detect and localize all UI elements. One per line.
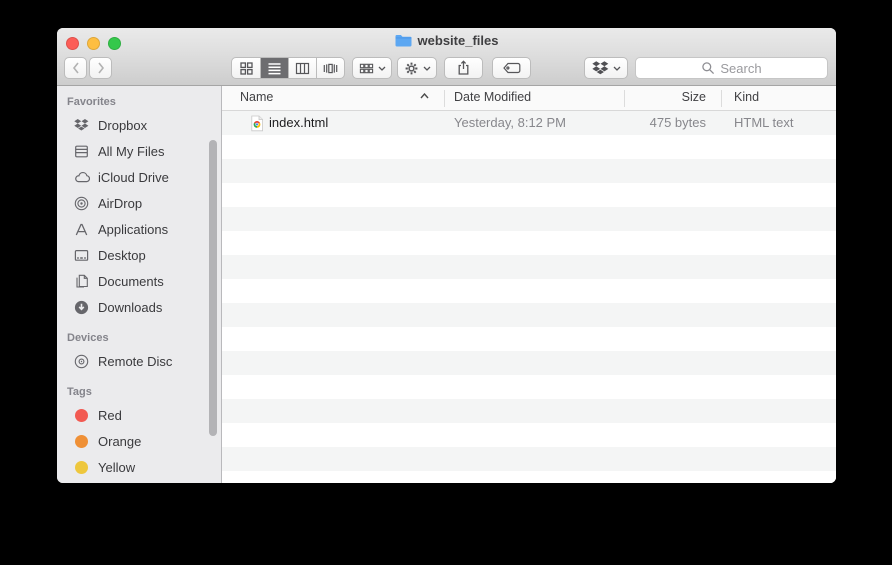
search-input[interactable]: Search [635, 57, 828, 79]
file-row-index-html[interactable]: index.html Yesterday, 8:12 PM 475 bytes … [222, 111, 836, 135]
sidebar-section-favorites: Favorites Dropbox All My Files iCloud Dr… [57, 94, 221, 320]
sidebar-item-label: Orange [98, 434, 141, 449]
sidebar-item-airdrop[interactable]: AirDrop [57, 190, 221, 216]
file-date-modified: Yesterday, 8:12 PM [454, 115, 566, 130]
sort-ascending-icon [420, 93, 429, 99]
section-header: Devices [57, 330, 221, 348]
dropbox-icon [592, 60, 609, 76]
window-title-text: website_files [418, 33, 499, 48]
dropbox-icon [73, 118, 90, 132]
sidebar-item-label: Yellow [98, 460, 135, 475]
gear-icon [404, 61, 419, 76]
sidebar-item-label: iCloud Drive [98, 170, 169, 185]
finder-window: website_files [57, 28, 836, 483]
sidebar-item-label: AirDrop [98, 196, 142, 211]
back-button[interactable] [64, 57, 87, 79]
sidebar-item-label: Desktop [98, 248, 146, 263]
sidebar-item-desktop[interactable]: Desktop [57, 242, 221, 268]
section-header: Tags [57, 384, 221, 402]
sidebar-item-icloud-drive[interactable]: iCloud Drive [57, 164, 221, 190]
action-menu-button[interactable] [397, 57, 437, 79]
file-list-pane: Name Date Modified Size Kind [222, 86, 836, 483]
sidebar-item-applications[interactable]: Applications [57, 216, 221, 242]
sidebar-item-tag-yellow[interactable]: Yellow [57, 454, 221, 480]
sidebar-section-devices: Devices Remote Disc [57, 330, 221, 374]
sidebar-item-tag-red[interactable]: Red [57, 402, 221, 428]
column-header-kind[interactable]: Kind [734, 90, 759, 104]
sidebar: Favorites Dropbox All My Files iCloud Dr… [57, 86, 222, 483]
chevron-right-icon [97, 62, 105, 74]
chevron-down-icon [613, 66, 621, 71]
sidebar-item-label: Dropbox [98, 118, 147, 133]
sidebar-item-remote-disc[interactable]: Remote Disc [57, 348, 221, 374]
column-divider[interactable] [444, 90, 445, 107]
column-header-name[interactable]: Name [240, 90, 273, 104]
dropbox-menu-button[interactable] [584, 57, 628, 79]
toolbar: Search [57, 57, 836, 79]
sidebar-item-documents[interactable]: Documents [57, 268, 221, 294]
desktop-icon [73, 249, 90, 262]
arrange-icon [359, 61, 374, 76]
icon-view-button[interactable] [232, 58, 260, 78]
sidebar-section-tags: Tags Red Orange Yellow [57, 384, 221, 480]
sidebar-scrollbar-thumb[interactable] [209, 140, 217, 436]
column-view-button[interactable] [288, 58, 316, 78]
html-file-chrome-icon [249, 115, 265, 132]
window-title: website_files [57, 33, 836, 48]
sidebar-item-tag-orange[interactable]: Orange [57, 428, 221, 454]
file-size: 475 bytes [624, 115, 706, 130]
icloud-icon [73, 171, 90, 183]
sidebar-item-label: Applications [98, 222, 168, 237]
file-kind: HTML text [734, 115, 793, 130]
sidebar-item-label: Remote Disc [98, 354, 172, 369]
search-placeholder: Search [720, 61, 761, 76]
downloads-icon [73, 300, 90, 315]
column-header-size[interactable]: Size [624, 90, 706, 104]
list-view-button[interactable] [260, 58, 288, 78]
all-my-files-icon [73, 144, 90, 159]
list-column-headers: Name Date Modified Size Kind [222, 86, 836, 111]
applications-icon [73, 222, 90, 237]
section-header: Favorites [57, 94, 221, 112]
list-view-icon [267, 61, 282, 76]
coverflow-view-button[interactable] [316, 58, 344, 78]
airdrop-icon [73, 196, 90, 211]
navigation-buttons [64, 57, 112, 79]
file-list[interactable]: index.html Yesterday, 8:12 PM 475 bytes … [222, 111, 836, 483]
grid-view-icon [239, 61, 254, 76]
chevron-left-icon [72, 62, 80, 74]
documents-icon [73, 274, 90, 289]
sidebar-item-dropbox[interactable]: Dropbox [57, 112, 221, 138]
desktop-background: website_files [0, 0, 892, 565]
sidebar-item-label: All My Files [98, 144, 164, 159]
arrange-menu-button[interactable] [352, 57, 392, 79]
column-view-icon [295, 61, 310, 76]
sidebar-item-all-my-files[interactable]: All My Files [57, 138, 221, 164]
forward-button[interactable] [89, 57, 112, 79]
tag-color-dot [75, 409, 88, 422]
tag-icon [503, 62, 521, 74]
file-name: index.html [269, 115, 328, 130]
title-bar[interactable]: website_files [57, 28, 836, 86]
share-icon [456, 60, 471, 76]
remote-disc-icon [73, 354, 90, 369]
coverflow-view-icon [323, 61, 338, 76]
folder-icon [395, 34, 412, 47]
tag-color-dot [75, 435, 88, 448]
sidebar-item-label: Downloads [98, 300, 162, 315]
sidebar-item-label: Documents [98, 274, 164, 289]
chevron-down-icon [378, 66, 386, 71]
tag-button[interactable] [492, 57, 531, 79]
column-divider[interactable] [721, 90, 722, 107]
tag-color-dot [75, 461, 88, 474]
sidebar-item-downloads[interactable]: Downloads [57, 294, 221, 320]
search-icon [701, 61, 715, 75]
sidebar-item-label: Red [98, 408, 122, 423]
chevron-down-icon [423, 66, 431, 71]
share-button[interactable] [444, 57, 483, 79]
column-header-date-modified[interactable]: Date Modified [454, 90, 531, 104]
view-switcher [231, 57, 345, 79]
